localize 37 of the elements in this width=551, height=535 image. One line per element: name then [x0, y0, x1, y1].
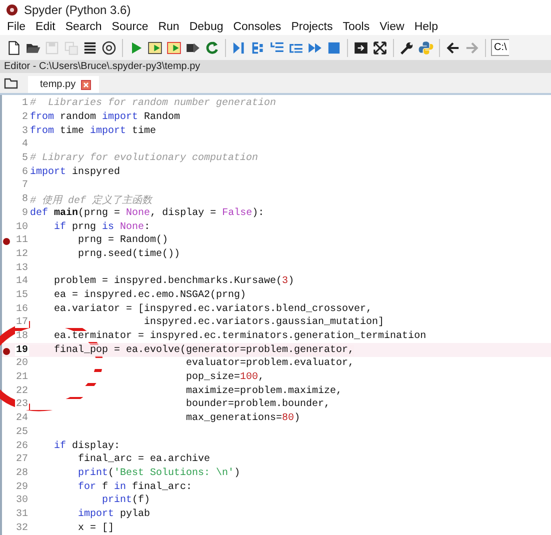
path-field[interactable]: C:\	[491, 39, 509, 56]
menu-item[interactable]: View	[374, 21, 410, 34]
python-logo-icon[interactable]	[418, 40, 434, 56]
line-number: 17	[14, 317, 29, 328]
wrench-icon[interactable]	[399, 40, 415, 56]
app-logo-icon	[6, 4, 18, 16]
maximize-pane-icon[interactable]	[353, 40, 369, 56]
folder-icon[interactable]	[4, 77, 18, 89]
menu-item[interactable]: Debug	[184, 21, 228, 34]
menu-item[interactable]: Consoles	[228, 21, 286, 34]
line-number: 23	[14, 399, 29, 410]
menu-item[interactable]: Projects	[286, 21, 338, 34]
editor-tab[interactable]: temp.py	[28, 76, 99, 93]
breakpoint-dot[interactable]	[3, 348, 10, 355]
list-icon[interactable]	[82, 40, 98, 56]
stop-icon[interactable]	[326, 40, 342, 56]
back-arrow-icon[interactable]	[445, 40, 461, 56]
menu-item[interactable]: Run	[153, 21, 184, 34]
close-icon[interactable]	[80, 80, 91, 90]
run-cell-icon[interactable]	[147, 40, 163, 56]
fullscreen-icon[interactable]	[372, 40, 388, 56]
window-title: Spyder (Python 3.6)	[24, 2, 131, 17]
menu-item[interactable]: File	[2, 21, 31, 34]
menu-item[interactable]: Source	[106, 21, 154, 34]
editor-title-bar: Editor - C:\Users\Bruce\.spyder-py3\temp.py	[0, 60, 551, 74]
menu-item[interactable]: Edit	[30, 21, 60, 34]
menu-item[interactable]: Help	[409, 21, 443, 34]
line-number: 19	[14, 344, 29, 356]
debug-icon[interactable]	[231, 40, 247, 56]
step-icon[interactable]	[250, 40, 266, 56]
menu-item[interactable]: Tools	[338, 21, 375, 34]
new-file-icon[interactable]	[6, 40, 22, 56]
tab-label: temp.py	[40, 79, 76, 90]
run-cell-advance-icon[interactable]	[166, 40, 182, 56]
breakpoint-dot[interactable]	[3, 238, 10, 246]
rerun-icon[interactable]	[204, 40, 220, 56]
menu-item[interactable]: Search	[60, 21, 107, 34]
